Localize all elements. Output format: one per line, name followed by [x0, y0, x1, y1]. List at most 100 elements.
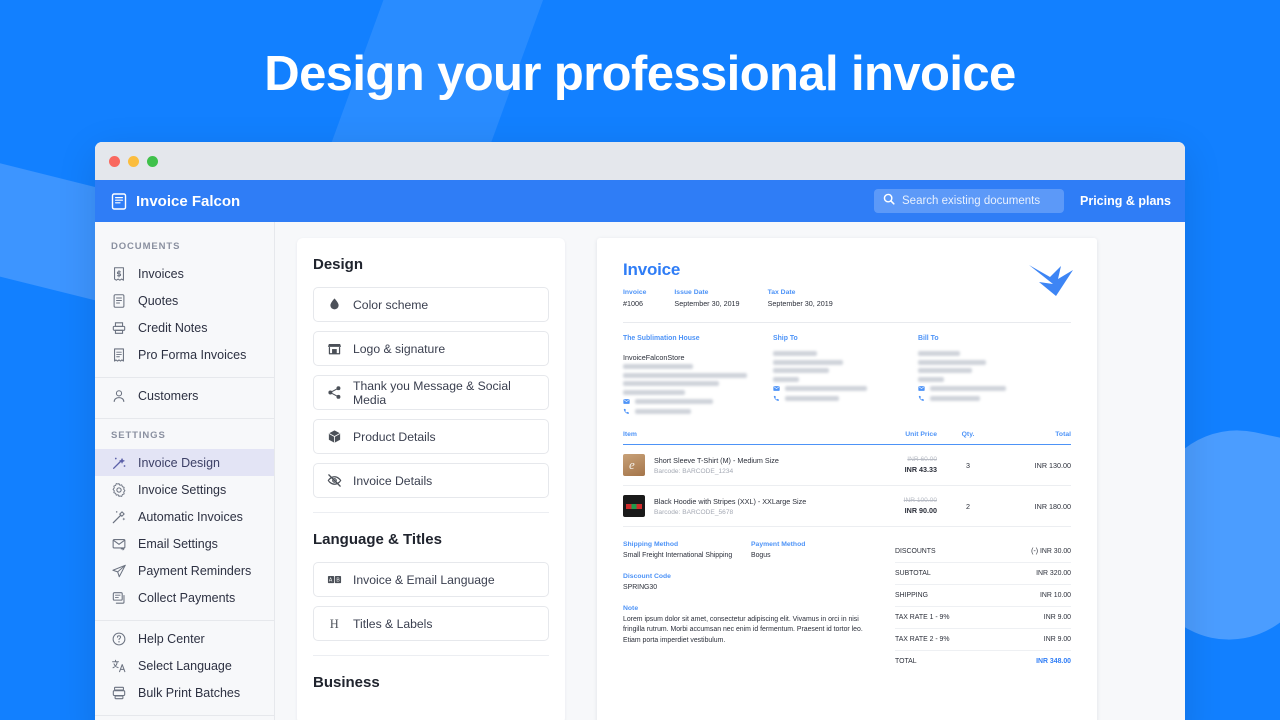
- magic-wand-sparkle-icon: [111, 455, 127, 471]
- sidebar-item-help-center[interactable]: Help Center: [95, 625, 274, 652]
- sidebar-item-label: Pro Forma Invoices: [138, 347, 247, 362]
- language-section-title: Language & Titles: [313, 531, 442, 548]
- totals-row-discounts: DISCOUNTS (-) INR 30.00: [895, 541, 1071, 564]
- pricing-and-plans-link[interactable]: Pricing & plans: [1080, 194, 1171, 208]
- option-invoice-details[interactable]: Invoice Details: [313, 463, 549, 498]
- design-section-title: Design: [313, 256, 364, 273]
- invoice-parties: The Sublimation House InvoiceFalconStore: [623, 335, 1071, 415]
- invoice-footer-left: Shipping Method Small Freight Internatio…: [623, 541, 895, 672]
- window-maximize-button[interactable]: [147, 155, 158, 167]
- sidebar-item-credit-notes[interactable]: Credit Notes: [95, 314, 274, 341]
- redacted-address-line: [773, 368, 829, 373]
- sidebar-item-label: Automatic Invoices: [138, 509, 243, 524]
- redacted-address-line: [773, 351, 817, 356]
- app-brand[interactable]: Invoice Falcon: [111, 193, 240, 210]
- email-icon: [623, 398, 630, 405]
- search-input[interactable]: Search existing documents: [874, 189, 1064, 213]
- sidebar-item-pro-forma-invoices[interactable]: Pro Forma Invoices: [95, 341, 274, 368]
- option-color-scheme[interactable]: Color scheme: [313, 287, 549, 322]
- invoice-preview: Invoice Invoice #1006 Issue Date Septemb…: [597, 238, 1097, 720]
- sidebar-item-email-settings[interactable]: Email Settings: [95, 530, 274, 557]
- line-items-table: Item Unit Price Qty. Total Short Sleeve …: [623, 431, 1071, 528]
- document-lines-icon: [111, 293, 127, 309]
- redacted-address-line: [918, 351, 960, 356]
- item-unit-price: INR 43.33: [904, 465, 937, 475]
- sidebar-item-label: Collect Payments: [138, 590, 236, 605]
- redacted-address-line: [623, 381, 719, 387]
- item-total: INR 130.00: [1034, 460, 1071, 470]
- sidebar-item-automatic-invoices[interactable]: Automatic Invoices: [95, 503, 274, 530]
- column-header-item: Item: [623, 431, 637, 439]
- option-product-details[interactable]: Product Details: [313, 419, 549, 454]
- phone-icon: [623, 408, 630, 415]
- invoice-number-value: #1006: [623, 299, 643, 308]
- totals-row-shipping: SHIPPING INR 10.00: [895, 585, 1071, 608]
- settings-panel-wrapper: Design Color scheme Logo & signature Tha…: [275, 222, 583, 720]
- topnav-right-group: Search existing documents Pricing & plan…: [874, 189, 1171, 213]
- window-close-button[interactable]: [109, 155, 120, 167]
- app-body: DOCUMENTS Invoices Quotes Credit Notes P…: [95, 222, 1185, 720]
- option-invoice-email-language[interactable]: A B Invoice & Email Language: [313, 562, 549, 597]
- redacted-email: [635, 399, 713, 405]
- party-email-row: [918, 385, 1063, 392]
- party-heading: Bill To: [918, 335, 939, 342]
- totals-value: (-) INR 30.00: [1031, 548, 1071, 556]
- option-titles-labels[interactable]: H Titles & Labels: [313, 606, 549, 641]
- droplet-icon: [327, 297, 342, 312]
- credit-note-icon: [111, 320, 127, 336]
- paper-plane-icon: [111, 563, 127, 579]
- window-minimize-button[interactable]: [128, 155, 139, 167]
- redacted-address-line: [623, 364, 693, 370]
- note-block: Note Lorem ipsum dolor sit amet, consect…: [623, 605, 895, 647]
- payment-method-value: Bogus: [751, 552, 771, 560]
- option-label: Invoice Details: [353, 473, 433, 488]
- party-phone-row: [918, 395, 1063, 402]
- tax-date-label: Tax Date: [767, 289, 796, 296]
- sidebar-item-invoices[interactable]: Invoices: [95, 260, 274, 287]
- item-unit-price: INR 90.00: [904, 506, 937, 516]
- party-address: [918, 351, 1063, 382]
- party-heading: The Sublimation House: [623, 335, 700, 342]
- sidebar-item-bulk-print-batches[interactable]: Bulk Print Batches: [95, 679, 274, 706]
- sidebar-item-label: Credit Notes: [138, 320, 208, 335]
- note-label: Note: [623, 604, 639, 612]
- issue-date-value: September 30, 2019: [674, 299, 740, 308]
- option-thank-you-message-social-media[interactable]: Thank you Message & Social Media: [313, 375, 549, 410]
- totals-value: INR 9.00: [1043, 614, 1071, 622]
- option-label: Invoice & Email Language: [353, 572, 495, 587]
- tax-date-value: September 30, 2019: [767, 299, 833, 308]
- sidebar-item-payment-reminders[interactable]: Payment Reminders: [95, 557, 274, 584]
- invoice-title: Invoice: [623, 260, 681, 279]
- item-original-price: INR 100.00: [903, 497, 937, 505]
- redacted-address-line: [918, 368, 972, 373]
- redacted-phone: [930, 396, 980, 401]
- party-email-row: [773, 385, 918, 392]
- settings-panel-card: Design Color scheme Logo & signature Tha…: [297, 238, 565, 720]
- option-logo-signature[interactable]: Logo & signature: [313, 331, 549, 366]
- totals-value: INR 10.00: [1039, 592, 1071, 600]
- heading-h-icon: H: [327, 616, 342, 631]
- sidebar-item-invoice-design[interactable]: Invoice Design: [95, 449, 274, 476]
- sidebar: DOCUMENTS Invoices Quotes Credit Notes P…: [95, 222, 275, 720]
- sidebar-item-collect-payments[interactable]: Collect Payments: [95, 584, 274, 611]
- issue-date-block: Issue Date September 30, 2019: [674, 289, 739, 308]
- question-circle-icon: [111, 631, 127, 647]
- party-address: [773, 351, 918, 382]
- app-brand-label: Invoice Falcon: [136, 192, 241, 210]
- email-icon: [773, 385, 780, 392]
- discount-code-label: Discount Code: [623, 573, 671, 581]
- redacted-address-line: [918, 376, 944, 382]
- party-address: InvoiceFalconStore: [623, 351, 773, 395]
- invoice-document-icon: [111, 192, 127, 210]
- sidebar-item-quotes[interactable]: Quotes: [95, 287, 274, 314]
- hero-headline: Design your professional invoice: [264, 47, 1016, 101]
- sidebar-item-customers[interactable]: Customers: [95, 382, 274, 409]
- sidebar-item-select-language[interactable]: Select Language: [95, 652, 274, 679]
- totals-label: SUBTOTAL: [895, 570, 931, 578]
- shipping-payment-group: Shipping Method Small Freight Internatio…: [623, 541, 895, 562]
- sidebar-item-invoice-settings[interactable]: Invoice Settings: [95, 476, 274, 503]
- invoice-totals: DISCOUNTS (-) INR 30.00 SUBTOTAL INR 320…: [895, 541, 1071, 672]
- cards-stack-icon: [111, 590, 127, 606]
- redacted-address-line: [918, 359, 986, 365]
- shipping-method-value: Small Freight International Shipping: [623, 552, 733, 560]
